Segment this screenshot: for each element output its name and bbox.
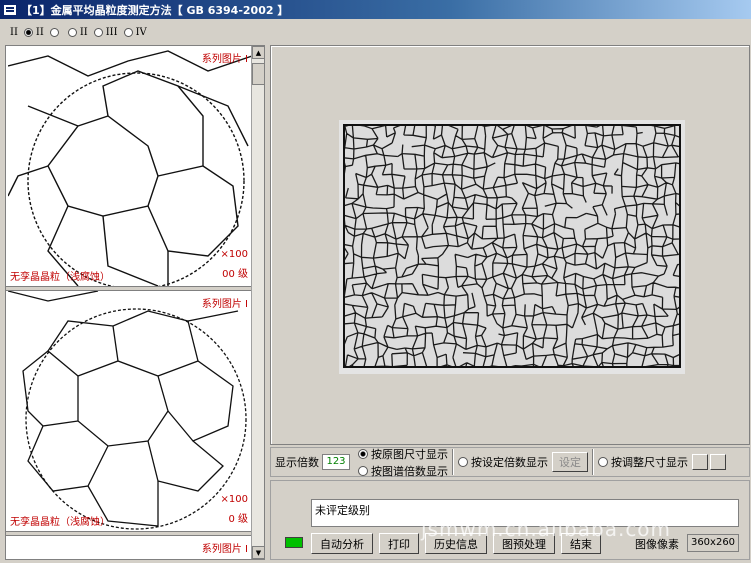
history-button[interactable]: 历史信息 <box>425 533 487 554</box>
finish-button[interactable]: 结束 <box>561 533 601 554</box>
scroll-down-arrow-icon[interactable]: ▼ <box>252 546 264 559</box>
print-button[interactable]: 打印 <box>379 533 419 554</box>
auto-analyze-button[interactable]: 自动分析 <box>311 533 373 554</box>
grain-reference-image <box>8 291 247 530</box>
panel-caption: 无孪晶晶粒（浅腐蚀） <box>10 517 110 528</box>
display-custom-label: 按设定倍数显示 <box>471 456 548 469</box>
radio-icon[interactable] <box>458 457 468 467</box>
radio-icon[interactable] <box>93 27 103 37</box>
grade-result-field[interactable]: 未评定级别 <box>311 499 739 527</box>
reference-image-panel[interactable]: 系列图片 I ×100 0 级 无孪晶晶粒（浅腐蚀） <box>8 291 252 531</box>
series-selector: II II II III IV <box>0 19 751 45</box>
panel-grade: 00 级 <box>222 269 248 280</box>
panel-title: 系列图片 I <box>201 54 248 65</box>
gallery-scrollbar[interactable]: ▲ ▼ <box>251 46 264 559</box>
app-icon[interactable] <box>3 3 17 16</box>
set-zoom-button[interactable]: 设定 <box>552 452 588 472</box>
series-option-4-label: II <box>79 26 88 38</box>
series-option-6-label: IV <box>135 26 147 38</box>
scroll-up-arrow-icon[interactable]: ▲ <box>252 46 264 59</box>
grain-boundary-pattern <box>345 126 679 366</box>
reference-image-panel[interactable]: 系列图片 I ×100 00 级 无孪晶晶粒（浅腐蚀） <box>8 46 252 286</box>
display-controls: 显示倍数 123 按原图尺寸显示 按图谱倍数显示 按设定倍数显示 设定 按调整尺… <box>270 446 750 479</box>
action-buttons: 自动分析 打印 历史信息 图预处理 结束 <box>311 533 601 554</box>
image-view[interactable] <box>270 45 750 445</box>
series-option-6[interactable]: IV <box>123 26 147 38</box>
display-original-size-option[interactable]: 按原图尺寸显示 <box>358 446 448 462</box>
series-option-4[interactable]: II <box>67 26 88 38</box>
divider <box>592 449 594 475</box>
spin-down-button[interactable] <box>710 454 726 470</box>
series-option-1-label: II <box>10 26 18 38</box>
panel-magnification: ×100 <box>220 249 248 260</box>
zoom-label: 显示倍数 <box>275 456 319 469</box>
window-title: 【1】金属平均晶粒度测定方法【 GB 6394-2002 】 <box>21 3 289 17</box>
display-chart-zoom-option[interactable]: 按图谱倍数显示 <box>358 463 448 479</box>
radio-icon[interactable] <box>598 457 608 467</box>
display-adjusted-size-option[interactable]: 按调整尺寸显示 <box>598 454 688 470</box>
divider <box>452 449 454 475</box>
title-bar: 【1】金属平均晶粒度测定方法【 GB 6394-2002 】 <box>0 0 751 19</box>
display-original-label: 按原图尺寸显示 <box>371 447 448 461</box>
grain-boundaries <box>345 126 679 366</box>
panel-grade: 0 级 <box>228 514 248 525</box>
radio-checked-icon[interactable] <box>23 27 33 37</box>
series-option-5-label: III <box>105 26 118 38</box>
radio-icon[interactable] <box>358 465 368 476</box>
preprocess-button[interactable]: 图预处理 <box>493 533 555 554</box>
display-custom-zoom-option[interactable]: 按设定倍数显示 <box>458 454 548 470</box>
panel-magnification: ×100 <box>220 494 248 505</box>
image-pixels-label: 图像像素 <box>635 538 679 551</box>
display-chart-label: 按图谱倍数显示 <box>371 464 448 478</box>
spin-up-button[interactable] <box>692 454 708 470</box>
series-option-5[interactable]: III <box>93 26 118 38</box>
series-option-3[interactable] <box>49 27 62 37</box>
microstructure-image[interactable] <box>343 124 681 368</box>
reference-image-panel[interactable]: 系列图片 I <box>8 536 252 559</box>
series-option-1[interactable]: II <box>10 27 18 38</box>
radio-icon[interactable] <box>123 27 133 37</box>
reference-gallery[interactable]: 系列图片 I ×100 00 级 无孪晶晶粒（浅腐蚀） 系列图片 I ×100 … <box>5 45 265 560</box>
panel-caption: 无孪晶晶粒（浅腐蚀） <box>10 272 110 283</box>
status-indicator-icon <box>285 537 303 548</box>
image-pixels-value: 360x260 <box>687 534 739 552</box>
panel-title: 系列图片 I <box>201 544 248 555</box>
display-adjust-label: 按调整尺寸显示 <box>611 456 688 469</box>
panel-title: 系列图片 I <box>201 299 248 310</box>
grain-reference-image <box>8 50 252 286</box>
zoom-value: 123 <box>322 454 350 470</box>
display-mode-group: 按原图尺寸显示 按图谱倍数显示 <box>358 446 448 479</box>
series-option-2-label: II <box>35 26 44 38</box>
scroll-thumb[interactable] <box>252 63 264 85</box>
series-option-2[interactable]: II <box>23 26 44 38</box>
radio-icon[interactable] <box>67 27 77 37</box>
radio-icon[interactable] <box>49 27 59 37</box>
result-area: 未评定级别 自动分析 打印 历史信息 图预处理 结束 图像像素 360x260 … <box>270 480 750 560</box>
radio-checked-icon[interactable] <box>358 448 368 459</box>
